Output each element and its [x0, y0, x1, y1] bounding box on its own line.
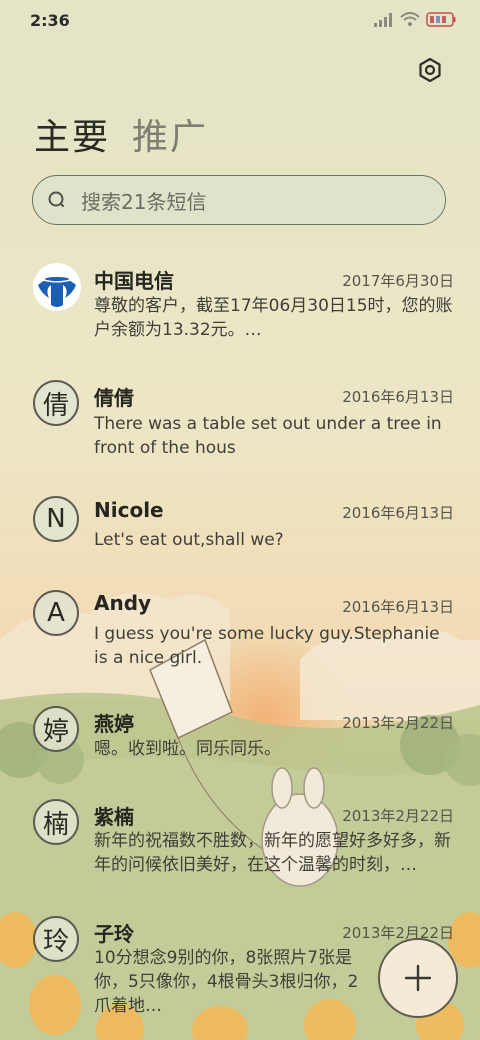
message-date: 2013年2月22日: [342, 924, 454, 942]
tab-primary[interactable]: 主要: [34, 108, 110, 160]
contact-name: 倩倩: [94, 386, 134, 410]
contact-name: 中国电信: [94, 269, 174, 293]
conversation-item[interactable]: 楠 紫楠 2013年2月22日 新年的祝福数不胜数，新年的愿望好多好多，新年的问…: [0, 799, 480, 899]
conversation-item[interactable]: 中国电信 2017年6月30日 尊敬的客户，截至17年06月30日15时，您的账…: [0, 260, 480, 360]
message-date: 2016年6月13日: [342, 598, 454, 616]
contact-name: Nicole: [94, 498, 164, 522]
settings-icon: [419, 57, 441, 83]
avatar: 婷: [33, 706, 79, 752]
china-telecom-logo-icon: [34, 264, 80, 310]
message-date: 2013年2月22日: [342, 807, 454, 825]
conversation-item[interactable]: A Andy 2016年6月13日 I guess you're some lu…: [0, 590, 480, 690]
avatar: 楠: [33, 799, 79, 845]
message-date: 2017年6月30日: [342, 272, 454, 290]
message-preview: Let's eat out,shall we?: [94, 530, 284, 550]
signal-icon: [374, 12, 392, 27]
plus-icon: [404, 964, 432, 992]
avatar: [33, 263, 81, 311]
contact-name: 燕婷: [94, 712, 134, 736]
message-preview: 10分想念9别的你，8张照片7张是你，5只像你，4根骨头3根归你，2爪着地…: [94, 948, 359, 1016]
message-preview: There was a table set out under a tree i…: [94, 414, 442, 458]
contact-name: 紫楠: [94, 805, 134, 829]
tab-bar: 主要 推广: [34, 108, 208, 160]
contact-name: 子玲: [94, 922, 134, 946]
avatar: A: [33, 590, 79, 636]
status-time: 2:36: [30, 11, 70, 30]
search-input[interactable]: 搜索21条短信: [32, 175, 446, 225]
tab-promotions[interactable]: 推广: [132, 108, 208, 160]
search-placeholder: 搜索21条短信: [81, 189, 207, 214]
conversation-item[interactable]: 婷 燕婷 2013年2月22日 嗯。收到啦。同乐同乐。: [0, 706, 480, 806]
conversation-item[interactable]: 倩 倩倩 2016年6月13日 There was a table set ou…: [0, 380, 480, 480]
contact-name: Andy: [94, 591, 152, 615]
message-preview: 新年的祝福数不胜数，新年的愿望好多好多，新年的问候依旧美好，在这个温馨的时刻，…: [94, 831, 451, 875]
settings-button[interactable]: [414, 54, 446, 86]
avatar: 倩: [33, 380, 79, 426]
message-preview: I guess you're some lucky guy.Stephanie …: [94, 624, 440, 668]
status-bar: 2:36: [0, 0, 480, 40]
avatar: N: [33, 496, 79, 542]
message-date: 2016年6月13日: [342, 504, 454, 522]
search-icon: [48, 191, 64, 207]
wifi-icon: [400, 12, 420, 26]
message-date: 2013年2月22日: [342, 714, 454, 732]
status-icons: [374, 12, 456, 27]
new-message-button[interactable]: [378, 938, 458, 1018]
conversation-item[interactable]: N Nicole 2016年6月13日 Let's eat out,shall …: [0, 496, 480, 596]
message-date: 2016年6月13日: [342, 388, 454, 406]
message-preview: 嗯。收到啦。同乐同乐。: [94, 739, 281, 759]
avatar: 玲: [33, 916, 79, 962]
battery-icon: [426, 12, 456, 27]
message-preview: 尊敬的客户，截至17年06月30日15时，您的账户余额为13.32元。…: [94, 296, 453, 340]
